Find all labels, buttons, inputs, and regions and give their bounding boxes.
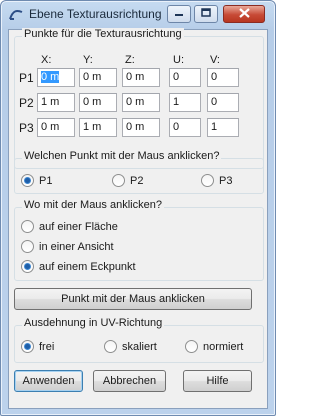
radio-label: frei — [39, 340, 55, 353]
point-select-legend: Welchen Punkt mit der Maus anklicken? — [22, 150, 222, 162]
minimize-button[interactable] — [167, 5, 191, 23]
p2-u-field[interactable]: 1 — [169, 93, 201, 112]
radio-unselected-icon — [112, 174, 125, 187]
radio-label: P3 — [219, 174, 233, 187]
radio-on-vertex[interactable]: auf einem Eckpunkt — [21, 260, 136, 273]
dialog-window: Ebene Texturausrichtung Punkte für die T… — [0, 0, 276, 416]
radio-point-p2[interactable]: P2 — [112, 174, 143, 187]
radio-label: P1 — [39, 174, 53, 187]
p1-y-field[interactable]: 0 m — [79, 68, 117, 87]
p3-v-field[interactable]: 1 — [207, 118, 239, 137]
row-label-p1: P1 — [19, 71, 34, 85]
p3-z-field[interactable]: 0 m — [122, 118, 160, 137]
radio-selected-icon — [21, 260, 34, 273]
pick-point-button[interactable]: Punkt mit der Maus anklicken — [14, 288, 252, 310]
close-icon — [238, 7, 250, 21]
radio-point-p3[interactable]: P3 — [201, 174, 232, 187]
p3-y-field[interactable]: 1 m — [79, 118, 117, 137]
radio-unselected-icon — [21, 220, 34, 233]
p3-x-field[interactable]: 0 m — [37, 118, 75, 137]
column-header-v: V: — [210, 54, 220, 66]
radio-label: auf einem Eckpunkt — [39, 260, 136, 273]
apply-button[interactable]: Anwenden — [14, 370, 83, 392]
radio-on-surface[interactable]: auf einer Fläche — [21, 220, 118, 233]
minimize-icon — [174, 8, 184, 20]
column-header-x: X: — [41, 54, 52, 66]
row-label-p3: P3 — [19, 121, 34, 135]
row-label-p2: P2 — [19, 96, 34, 110]
radio-uv-scaled[interactable]: skaliert — [104, 340, 157, 353]
radio-label: auf einer Fläche — [39, 220, 118, 233]
uv-extent-legend: Ausdehnung in UV-Richtung — [22, 317, 165, 329]
radio-selected-icon — [21, 340, 34, 353]
uv-extent-group: Ausdehnung in UV-Richtung frei skaliert … — [14, 317, 264, 363]
radio-unselected-icon — [104, 340, 117, 353]
p1-z-field[interactable]: 0 m — [122, 68, 160, 87]
radio-unselected-icon — [21, 240, 34, 253]
column-header-u: U: — [173, 54, 184, 66]
radio-uv-normalized[interactable]: normiert — [185, 340, 243, 353]
radio-uv-free[interactable]: frei — [21, 340, 54, 353]
dialog-client-area: Punkte für die Texturausrichtung X: Y: Z… — [8, 28, 268, 409]
help-button[interactable]: Hilfe — [183, 370, 252, 392]
column-header-y: Y: — [83, 54, 93, 66]
p1-v-field[interactable]: 0 — [207, 68, 239, 87]
maximize-icon — [201, 8, 211, 20]
p1-x-field[interactable]: 0 m — [37, 68, 75, 87]
title-bar[interactable]: Ebene Texturausrichtung — [1, 1, 275, 29]
point-select-group: Welchen Punkt mit der Maus anklicken? P1… — [14, 150, 264, 194]
p1-u-field[interactable]: 0 — [169, 68, 201, 87]
p2-y-field[interactable]: 0 m — [79, 93, 117, 112]
p2-z-field[interactable]: 0 m — [122, 93, 160, 112]
radio-unselected-icon — [201, 174, 214, 187]
radio-selected-icon — [21, 174, 34, 187]
points-group-legend: Punkte für die Texturausrichtung — [22, 28, 184, 40]
column-header-z: Z: — [125, 54, 135, 66]
radio-unselected-icon — [185, 340, 198, 353]
click-where-group: Wo mit der Maus anklicken? auf einer Flä… — [14, 199, 264, 281]
maximize-button[interactable] — [194, 5, 218, 23]
p2-x-field[interactable]: 1 m — [37, 93, 75, 112]
radio-label: normiert — [203, 340, 244, 353]
radio-label: P2 — [130, 174, 144, 187]
radio-in-view[interactable]: in einer Ansicht — [21, 240, 114, 253]
cancel-button[interactable]: Abbrechen — [93, 370, 166, 392]
radio-point-p1[interactable]: P1 — [21, 174, 52, 187]
app-icon — [8, 8, 24, 22]
window-title: Ebene Texturausrichtung — [29, 7, 162, 21]
p2-v-field[interactable]: 0 — [207, 93, 239, 112]
close-button[interactable] — [223, 5, 265, 23]
radio-label: skaliert — [122, 340, 157, 353]
radio-label: in einer Ansicht — [39, 240, 114, 253]
p3-u-field[interactable]: 0 — [169, 118, 201, 137]
click-where-legend: Wo mit der Maus anklicken? — [22, 199, 164, 211]
